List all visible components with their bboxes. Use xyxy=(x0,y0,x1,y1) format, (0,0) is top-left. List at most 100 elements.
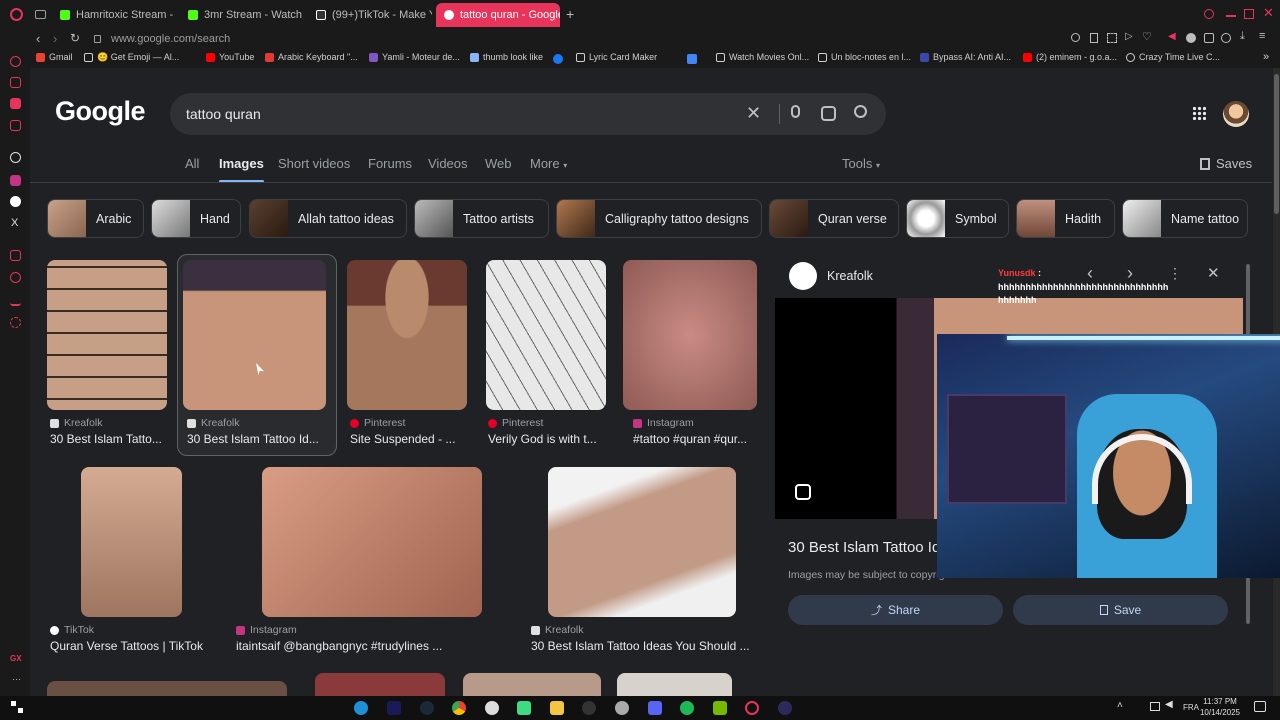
result-title[interactable]: Verily God is with t... xyxy=(488,432,608,446)
result-title[interactable]: 30 Best Islam Tatto... xyxy=(50,432,175,446)
tab-3mr[interactable]: 3mr Stream - Watch Live xyxy=(180,4,302,26)
gamepad-icon[interactable] xyxy=(517,701,531,715)
clear-icon[interactable]: ✕ xyxy=(746,103,761,124)
zoom-icon[interactable] xyxy=(1071,33,1080,42)
sidebar-more-icon[interactable]: ⋯ xyxy=(12,674,21,685)
more-bookmarks-icon[interactable]: » xyxy=(1263,51,1269,63)
search-input[interactable]: tattoo quran xyxy=(186,106,261,122)
snapshot-icon[interactable] xyxy=(1107,33,1117,43)
maximize-icon[interactable] xyxy=(1244,9,1254,19)
bookmark-bypass-ai[interactable]: Bypass AI: Anti AI... xyxy=(920,52,1011,62)
bookmark-youtube[interactable]: YouTube xyxy=(206,52,254,62)
search-box[interactable]: tattoo quran ✕ xyxy=(170,93,886,135)
chrome-icon[interactable] xyxy=(452,701,466,715)
mic-icon[interactable] xyxy=(791,105,800,118)
chip-symbol[interactable]: Symbol xyxy=(906,199,1009,238)
result-title[interactable]: #tattoo #quran #qur... xyxy=(633,432,758,446)
speaker-icon[interactable]: ◀ xyxy=(1168,31,1176,42)
result-image[interactable] xyxy=(81,467,182,617)
app-icon[interactable] xyxy=(485,701,499,715)
share-button[interactable]: ⤴ Share xyxy=(788,595,1003,625)
avatar[interactable] xyxy=(1223,101,1249,127)
history-icon[interactable] xyxy=(10,272,21,283)
file-explorer-icon[interactable] xyxy=(550,701,564,715)
opera-icon[interactable] xyxy=(10,8,23,21)
image-result[interactable]: Kreafolk 30 Best Islam Tattoo Ideas You … xyxy=(528,467,763,657)
download-icon[interactable]: ⤓ xyxy=(1240,30,1245,43)
tab-short-videos[interactable]: Short videos xyxy=(278,156,350,171)
puzzle-icon[interactable] xyxy=(1204,33,1214,43)
edge-icon[interactable] xyxy=(354,701,368,715)
bookmark-emoji[interactable]: 😊 Get Emoji — Al... xyxy=(84,52,179,63)
facebook-icon[interactable] xyxy=(553,54,563,64)
tray-date[interactable]: 10/14/2025 xyxy=(1198,708,1242,717)
image-result-partial[interactable] xyxy=(463,673,601,696)
extension-icon[interactable] xyxy=(1186,33,1196,43)
image-result-selected[interactable]: Kreafolk 30 Best Islam Tattoo Id... xyxy=(183,260,333,450)
image-result[interactable]: TikTok Quran Verse Tattoos | TikTok xyxy=(47,467,227,657)
tab-more[interactable]: More ▾ xyxy=(530,156,567,171)
tab-images[interactable]: Images xyxy=(219,156,264,183)
scrollbar-thumb[interactable] xyxy=(1274,74,1279,214)
messenger-icon[interactable] xyxy=(10,98,21,109)
chatgpt-icon[interactable] xyxy=(10,152,21,163)
chip-calligraphy-tattoo-designs[interactable]: Calligraphy tattoo designs xyxy=(556,199,762,238)
instagram-icon[interactable] xyxy=(10,175,21,186)
back-icon[interactable]: ‹ xyxy=(36,31,40,46)
nvidia-icon[interactable] xyxy=(713,701,727,715)
result-title[interactable]: itaintsaif @bangbangnyc #trudylines ... xyxy=(236,639,516,653)
result-title[interactable]: Quran Verse Tattoos | TikTok xyxy=(50,639,225,653)
tab-videos[interactable]: Videos xyxy=(428,156,468,171)
image-result-partial[interactable] xyxy=(315,673,445,696)
heart-icon[interactable]: ♡ xyxy=(1142,30,1152,43)
tab-web[interactable]: Web xyxy=(485,156,512,171)
opera-gx-icon[interactable] xyxy=(745,701,759,715)
minimize-icon[interactable] xyxy=(1226,15,1236,17)
saves-button[interactable]: Saves xyxy=(1200,156,1252,171)
tools-button[interactable]: Tools ▾ xyxy=(842,156,880,171)
image-result[interactable]: Instagram #tattoo #quran #qur... xyxy=(623,260,763,450)
bookmark-gmail[interactable]: Gmail xyxy=(36,52,73,62)
spotify-icon[interactable] xyxy=(680,701,694,715)
url-text[interactable]: www.google.com/search xyxy=(111,33,230,45)
play-icon[interactable]: ▷ xyxy=(1125,31,1133,42)
search-tabs-icon[interactable] xyxy=(1204,9,1214,19)
result-image[interactable] xyxy=(623,260,757,410)
bookmark-thumb[interactable]: thumb look like xyxy=(470,52,543,62)
tab-all[interactable]: All xyxy=(185,156,199,171)
gx-icon[interactable]: GX xyxy=(10,654,22,663)
aria-icon[interactable] xyxy=(10,56,21,67)
chip-name-tattoo[interactable]: Name tattoo xyxy=(1122,199,1248,238)
tray-language[interactable]: FRA xyxy=(1183,703,1199,712)
image-result[interactable]: Pinterest Site Suspended - ... xyxy=(347,260,472,450)
result-image[interactable] xyxy=(347,260,467,410)
image-result[interactable]: Kreafolk 30 Best Islam Tatto... xyxy=(47,260,172,450)
chip-hadith[interactable]: Hadith xyxy=(1016,199,1115,238)
notification-icon[interactable] xyxy=(1254,701,1266,712)
profile-icon[interactable] xyxy=(1221,33,1231,43)
image-result[interactable]: Pinterest Verily God is with t... xyxy=(486,260,611,450)
result-image[interactable] xyxy=(548,467,736,617)
preview-title[interactable]: 30 Best Islam Tattoo Id xyxy=(788,539,940,556)
result-title[interactable]: 30 Best Islam Tattoo Id... xyxy=(187,432,327,446)
pinboard-icon[interactable] xyxy=(10,250,21,261)
bookmark-crazy-time[interactable]: Crazy Time Live C... xyxy=(1126,52,1220,62)
chip-hand[interactable]: Hand xyxy=(151,199,241,238)
tray-chevron-icon[interactable]: ˄ xyxy=(1117,700,1123,711)
forward-icon[interactable]: › xyxy=(53,31,57,46)
bookmark-lyric-card[interactable]: Lyric Card Maker xyxy=(576,52,657,62)
steam-icon[interactable] xyxy=(420,701,434,715)
bookmark-icon[interactable] xyxy=(1090,33,1098,43)
apps-grid-icon[interactable] xyxy=(1192,106,1206,120)
reload-icon[interactable]: ↻ xyxy=(70,31,80,45)
discord-icon[interactable] xyxy=(648,701,662,715)
docs-icon[interactable] xyxy=(687,54,697,64)
twitch-icon[interactable] xyxy=(10,120,21,131)
settings-icon[interactable] xyxy=(10,317,21,328)
bookmark-watch-movies[interactable]: Watch Movies Onl... xyxy=(716,52,809,62)
google-logo[interactable]: Google xyxy=(55,96,146,127)
chip-tattoo-artists[interactable]: Tattoo artists xyxy=(414,199,549,238)
bookmark-arabic-keyboard[interactable]: Arabic Keyboard "... xyxy=(265,52,358,62)
app-icon[interactable] xyxy=(615,701,629,715)
image-result[interactable]: Instagram itaintsaif @bangbangnyc #trudy… xyxy=(233,467,518,657)
